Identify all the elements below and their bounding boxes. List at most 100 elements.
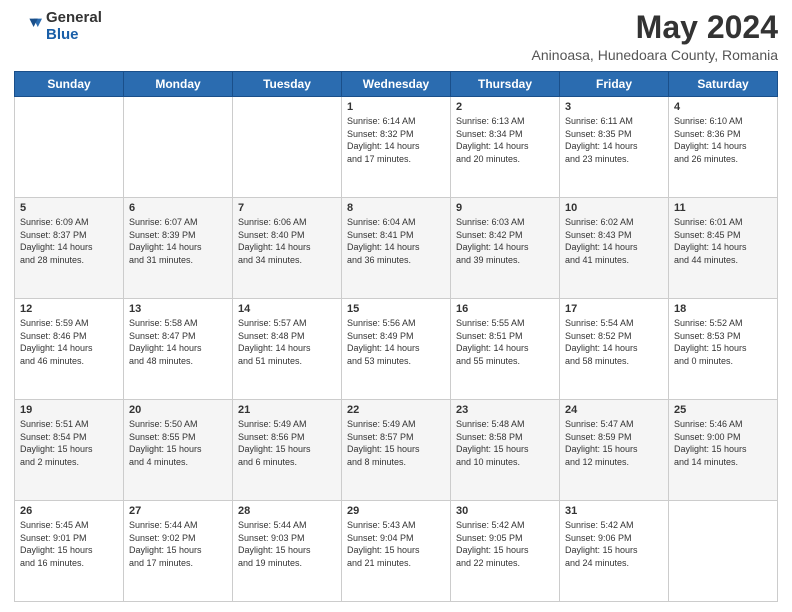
header: General Blue May 2024 Aninoasa, Hunedoar… (14, 10, 778, 63)
day-info-line: Sunrise: 6:07 AM (129, 216, 227, 229)
calendar-cell-w5-d4: 29Sunrise: 5:43 AMSunset: 9:04 PMDayligh… (342, 501, 451, 602)
day-info-line: Daylight: 14 hours (565, 140, 663, 153)
day-info-line: and 39 minutes. (456, 254, 554, 267)
day-info-line: Sunrise: 5:45 AM (20, 519, 118, 532)
calendar-cell-w3-d2: 13Sunrise: 5:58 AMSunset: 8:47 PMDayligh… (124, 299, 233, 400)
calendar-cell-w3-d1: 12Sunrise: 5:59 AMSunset: 8:46 PMDayligh… (15, 299, 124, 400)
day-number: 31 (565, 505, 663, 517)
day-number: 13 (129, 303, 227, 315)
day-info-line: Sunset: 9:00 PM (674, 431, 772, 444)
day-info-line: Sunset: 8:53 PM (674, 330, 772, 343)
day-info-line: and 36 minutes. (347, 254, 445, 267)
main-title: May 2024 (532, 10, 778, 45)
day-info-line: Sunrise: 6:04 AM (347, 216, 445, 229)
day-number: 5 (20, 202, 118, 214)
day-info-line: Sunset: 8:49 PM (347, 330, 445, 343)
day-info-line: Sunset: 8:56 PM (238, 431, 336, 444)
day-number: 1 (347, 101, 445, 113)
day-number: 12 (20, 303, 118, 315)
day-number: 21 (238, 404, 336, 416)
day-info-line: Sunrise: 6:09 AM (20, 216, 118, 229)
day-number: 24 (565, 404, 663, 416)
calendar-cell-w2-d2: 6Sunrise: 6:07 AMSunset: 8:39 PMDaylight… (124, 198, 233, 299)
day-info-line: and 8 minutes. (347, 456, 445, 469)
day-number: 25 (674, 404, 772, 416)
day-info-line: and 2 minutes. (20, 456, 118, 469)
day-number: 15 (347, 303, 445, 315)
day-info-line: and 23 minutes. (565, 153, 663, 166)
day-info-line: and 31 minutes. (129, 254, 227, 267)
calendar-cell-w4-d7: 25Sunrise: 5:46 AMSunset: 9:00 PMDayligh… (669, 400, 778, 501)
day-info-line: Daylight: 14 hours (456, 342, 554, 355)
day-info-line: Sunset: 9:03 PM (238, 532, 336, 545)
logo: General Blue (14, 10, 102, 43)
day-info-line: and 22 minutes. (456, 557, 554, 570)
day-info-line: Daylight: 15 hours (347, 443, 445, 456)
calendar-cell-w5-d5: 30Sunrise: 5:42 AMSunset: 9:05 PMDayligh… (451, 501, 560, 602)
day-number: 7 (238, 202, 336, 214)
day-info-line: Daylight: 15 hours (20, 443, 118, 456)
calendar-week-3: 12Sunrise: 5:59 AMSunset: 8:46 PMDayligh… (15, 299, 778, 400)
day-number: 27 (129, 505, 227, 517)
day-info-line: Sunset: 8:46 PM (20, 330, 118, 343)
day-info-line: Sunrise: 5:44 AM (129, 519, 227, 532)
day-number: 28 (238, 505, 336, 517)
day-number: 26 (20, 505, 118, 517)
day-number: 20 (129, 404, 227, 416)
day-info-line: Sunset: 8:51 PM (456, 330, 554, 343)
day-info-line: and 19 minutes. (238, 557, 336, 570)
day-info-line: Sunrise: 6:14 AM (347, 115, 445, 128)
calendar-cell-w5-d7 (669, 501, 778, 602)
day-info-line: Sunrise: 6:10 AM (674, 115, 772, 128)
day-info-line: Daylight: 14 hours (20, 241, 118, 254)
logo-blue: Blue (46, 27, 102, 44)
day-number: 9 (456, 202, 554, 214)
day-number: 17 (565, 303, 663, 315)
day-info-line: Daylight: 15 hours (674, 443, 772, 456)
day-info-line: Daylight: 14 hours (129, 241, 227, 254)
calendar-cell-w2-d6: 10Sunrise: 6:02 AMSunset: 8:43 PMDayligh… (560, 198, 669, 299)
day-info-line: Sunrise: 5:50 AM (129, 418, 227, 431)
day-info-line: Daylight: 15 hours (347, 544, 445, 557)
day-info-line: Daylight: 14 hours (129, 342, 227, 355)
calendar-cell-w1-d6: 3Sunrise: 6:11 AMSunset: 8:35 PMDaylight… (560, 97, 669, 198)
day-info-line: Sunrise: 5:49 AM (347, 418, 445, 431)
day-info-line: Sunset: 8:32 PM (347, 128, 445, 141)
day-info-line: and 0 minutes. (674, 355, 772, 368)
day-info-line: Sunrise: 5:55 AM (456, 317, 554, 330)
subtitle: Aninoasa, Hunedoara County, Romania (532, 47, 778, 63)
calendar-cell-w2-d3: 7Sunrise: 6:06 AMSunset: 8:40 PMDaylight… (233, 198, 342, 299)
day-info-line: Sunset: 8:35 PM (565, 128, 663, 141)
calendar-cell-w4-d4: 22Sunrise: 5:49 AMSunset: 8:57 PMDayligh… (342, 400, 451, 501)
logo-icon (14, 13, 42, 41)
day-info-line: and 20 minutes. (456, 153, 554, 166)
page: General Blue May 2024 Aninoasa, Hunedoar… (0, 0, 792, 612)
day-info-line: Sunset: 8:43 PM (565, 229, 663, 242)
calendar-cell-w3-d7: 18Sunrise: 5:52 AMSunset: 8:53 PMDayligh… (669, 299, 778, 400)
calendar-week-5: 26Sunrise: 5:45 AMSunset: 9:01 PMDayligh… (15, 501, 778, 602)
calendar-cell-w4-d3: 21Sunrise: 5:49 AMSunset: 8:56 PMDayligh… (233, 400, 342, 501)
calendar-cell-w4-d2: 20Sunrise: 5:50 AMSunset: 8:55 PMDayligh… (124, 400, 233, 501)
day-info-line: Daylight: 14 hours (456, 140, 554, 153)
day-info-line: Sunset: 8:37 PM (20, 229, 118, 242)
calendar-cell-w2-d5: 9Sunrise: 6:03 AMSunset: 8:42 PMDaylight… (451, 198, 560, 299)
day-info-line: Daylight: 14 hours (565, 342, 663, 355)
day-number: 10 (565, 202, 663, 214)
calendar-cell-w5-d6: 31Sunrise: 5:42 AMSunset: 9:06 PMDayligh… (560, 501, 669, 602)
calendar-header-row: Sunday Monday Tuesday Wednesday Thursday… (15, 72, 778, 97)
day-number: 22 (347, 404, 445, 416)
day-info-line: Sunset: 8:36 PM (674, 128, 772, 141)
calendar-cell-w1-d1 (15, 97, 124, 198)
calendar-cell-w4-d1: 19Sunrise: 5:51 AMSunset: 8:54 PMDayligh… (15, 400, 124, 501)
col-monday: Monday (124, 72, 233, 97)
col-saturday: Saturday (669, 72, 778, 97)
col-tuesday: Tuesday (233, 72, 342, 97)
day-info-line: Sunrise: 5:54 AM (565, 317, 663, 330)
day-number: 4 (674, 101, 772, 113)
day-info-line: Daylight: 14 hours (565, 241, 663, 254)
col-thursday: Thursday (451, 72, 560, 97)
day-info-line: and 16 minutes. (20, 557, 118, 570)
day-info-line: Sunset: 8:48 PM (238, 330, 336, 343)
day-number: 8 (347, 202, 445, 214)
day-info-line: Sunset: 9:06 PM (565, 532, 663, 545)
